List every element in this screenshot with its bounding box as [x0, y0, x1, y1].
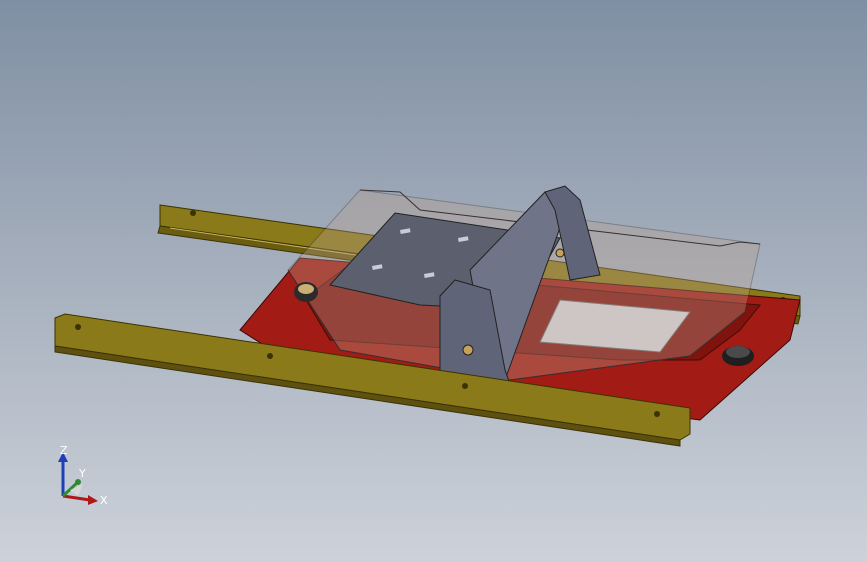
y-axis-label: Y: [78, 467, 86, 480]
z-axis-label: Z: [60, 444, 68, 457]
left-knob[interactable]: [294, 282, 318, 302]
triad-axes: [58, 452, 98, 505]
assembly-model[interactable]: [0, 0, 867, 562]
cad-viewport[interactable]: Z Y X: [0, 0, 867, 562]
right-knob[interactable]: [722, 346, 754, 366]
axis-triad: Z Y X: [58, 444, 108, 507]
x-axis-label: X: [100, 494, 108, 507]
